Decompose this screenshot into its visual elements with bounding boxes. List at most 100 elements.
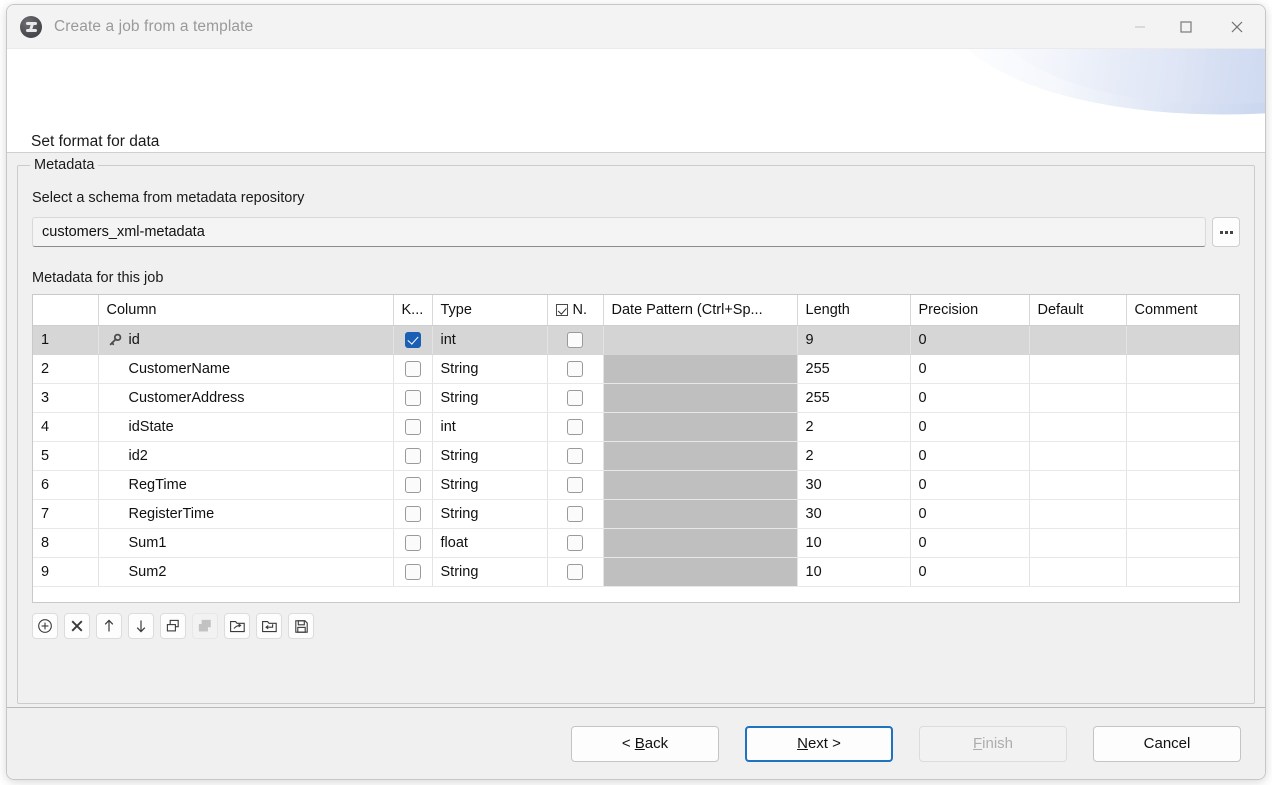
key-checkbox[interactable] bbox=[405, 332, 421, 348]
cell-comment[interactable] bbox=[1126, 354, 1240, 383]
cell-precision[interactable]: 0 bbox=[910, 470, 1029, 499]
move-down-button[interactable] bbox=[128, 613, 154, 639]
cell-nullable-checkbox[interactable] bbox=[547, 528, 603, 557]
cell-type[interactable]: float bbox=[432, 528, 547, 557]
export-button[interactable] bbox=[256, 613, 282, 639]
cell-default[interactable] bbox=[1029, 354, 1126, 383]
cell-nullable-checkbox[interactable] bbox=[547, 412, 603, 441]
cell-precision[interactable]: 0 bbox=[910, 354, 1029, 383]
header-precision[interactable]: Precision bbox=[910, 295, 1029, 325]
header-length[interactable]: Length bbox=[797, 295, 910, 325]
cell-default[interactable] bbox=[1029, 470, 1126, 499]
cell-nullable-checkbox[interactable] bbox=[547, 325, 603, 354]
cell-column-name[interactable]: idState bbox=[98, 412, 393, 441]
cell-length[interactable]: 2 bbox=[797, 441, 910, 470]
nullable-checkbox[interactable] bbox=[567, 390, 583, 406]
nullable-checkbox[interactable] bbox=[567, 448, 583, 464]
cell-comment[interactable] bbox=[1126, 528, 1240, 557]
table-row[interactable]: 3CustomerAddressString2550 bbox=[33, 383, 1240, 412]
cell-nullable-checkbox[interactable] bbox=[547, 499, 603, 528]
cell-comment[interactable] bbox=[1126, 557, 1240, 586]
key-checkbox[interactable] bbox=[405, 390, 421, 406]
cell-nullable-checkbox[interactable] bbox=[547, 441, 603, 470]
cell-type[interactable]: String bbox=[432, 557, 547, 586]
cell-nullable-checkbox[interactable] bbox=[547, 383, 603, 412]
close-icon[interactable] bbox=[1209, 5, 1265, 49]
header-date-pattern[interactable]: Date Pattern (Ctrl+Sp... bbox=[603, 295, 797, 325]
cell-column-name[interactable]: CustomerName bbox=[98, 354, 393, 383]
nullable-checkbox[interactable] bbox=[567, 506, 583, 522]
cell-nullable-checkbox[interactable] bbox=[547, 557, 603, 586]
cell-key-checkbox[interactable] bbox=[393, 557, 432, 586]
cell-comment[interactable] bbox=[1126, 470, 1240, 499]
cell-type[interactable]: String bbox=[432, 470, 547, 499]
nullable-checkbox[interactable] bbox=[567, 361, 583, 377]
cell-key-checkbox[interactable] bbox=[393, 499, 432, 528]
nullable-checkbox[interactable] bbox=[567, 477, 583, 493]
cell-column-name[interactable]: RegTime bbox=[98, 470, 393, 499]
key-checkbox[interactable] bbox=[405, 448, 421, 464]
cell-length[interactable]: 2 bbox=[797, 412, 910, 441]
cell-column-name[interactable]: CustomerAddress bbox=[98, 383, 393, 412]
cell-precision[interactable]: 0 bbox=[910, 441, 1029, 470]
cell-length[interactable]: 30 bbox=[797, 499, 910, 528]
copy-button[interactable] bbox=[160, 613, 186, 639]
cell-default[interactable] bbox=[1029, 383, 1126, 412]
table-row[interactable]: 6RegTimeString300 bbox=[33, 470, 1240, 499]
nullable-checkbox[interactable] bbox=[567, 564, 583, 580]
remove-button[interactable] bbox=[64, 613, 90, 639]
schema-browse-button[interactable] bbox=[1212, 217, 1240, 247]
cell-type[interactable]: String bbox=[432, 441, 547, 470]
cell-key-checkbox[interactable] bbox=[393, 412, 432, 441]
cell-length[interactable]: 255 bbox=[797, 383, 910, 412]
cell-default[interactable] bbox=[1029, 441, 1126, 470]
cell-column-name[interactable]: Sum2 bbox=[98, 557, 393, 586]
save-button[interactable] bbox=[288, 613, 314, 639]
next-button[interactable]: Next > bbox=[745, 726, 893, 762]
cell-comment[interactable] bbox=[1126, 499, 1240, 528]
cell-comment[interactable] bbox=[1126, 441, 1240, 470]
header-type[interactable]: Type bbox=[432, 295, 547, 325]
cell-type[interactable]: int bbox=[432, 412, 547, 441]
cell-precision[interactable]: 0 bbox=[910, 325, 1029, 354]
cell-column-name[interactable]: id2 bbox=[98, 441, 393, 470]
cell-key-checkbox[interactable] bbox=[393, 383, 432, 412]
cell-precision[interactable]: 0 bbox=[910, 557, 1029, 586]
key-checkbox[interactable] bbox=[405, 477, 421, 493]
table-row[interactable]: 4idStateint20 bbox=[33, 412, 1240, 441]
move-up-button[interactable] bbox=[96, 613, 122, 639]
header-default[interactable]: Default bbox=[1029, 295, 1126, 325]
cell-key-checkbox[interactable] bbox=[393, 354, 432, 383]
cell-key-checkbox[interactable] bbox=[393, 470, 432, 499]
header-key[interactable]: K... bbox=[393, 295, 432, 325]
header-comment[interactable]: Comment bbox=[1126, 295, 1240, 325]
cell-length[interactable]: 255 bbox=[797, 354, 910, 383]
header-index[interactable] bbox=[33, 295, 98, 325]
cell-comment[interactable] bbox=[1126, 325, 1240, 354]
minimize-icon[interactable] bbox=[1117, 5, 1163, 49]
key-checkbox[interactable] bbox=[405, 419, 421, 435]
cell-comment[interactable] bbox=[1126, 383, 1240, 412]
cell-length[interactable]: 30 bbox=[797, 470, 910, 499]
cell-comment[interactable] bbox=[1126, 412, 1240, 441]
table-row[interactable]: 2CustomerNameString2550 bbox=[33, 354, 1240, 383]
cell-nullable-checkbox[interactable] bbox=[547, 470, 603, 499]
nullable-checkbox[interactable] bbox=[567, 419, 583, 435]
table-row[interactable]: 9Sum2String100 bbox=[33, 557, 1240, 586]
key-checkbox[interactable] bbox=[405, 361, 421, 377]
table-row[interactable]: 7RegisterTimeString300 bbox=[33, 499, 1240, 528]
table-row[interactable]: 5id2String20 bbox=[33, 441, 1240, 470]
table-row[interactable]: 1idint90 bbox=[33, 325, 1240, 354]
cell-precision[interactable]: 0 bbox=[910, 383, 1029, 412]
schema-input[interactable]: customers_xml-metadata bbox=[32, 217, 1206, 247]
cell-length[interactable]: 10 bbox=[797, 557, 910, 586]
cell-column-name[interactable]: Sum1 bbox=[98, 528, 393, 557]
cell-precision[interactable]: 0 bbox=[910, 499, 1029, 528]
key-checkbox[interactable] bbox=[405, 564, 421, 580]
table-row[interactable]: 8Sum1float100 bbox=[33, 528, 1240, 557]
cell-nullable-checkbox[interactable] bbox=[547, 354, 603, 383]
cell-key-checkbox[interactable] bbox=[393, 528, 432, 557]
cell-default[interactable] bbox=[1029, 499, 1126, 528]
cell-precision[interactable]: 0 bbox=[910, 412, 1029, 441]
import-button[interactable] bbox=[224, 613, 250, 639]
